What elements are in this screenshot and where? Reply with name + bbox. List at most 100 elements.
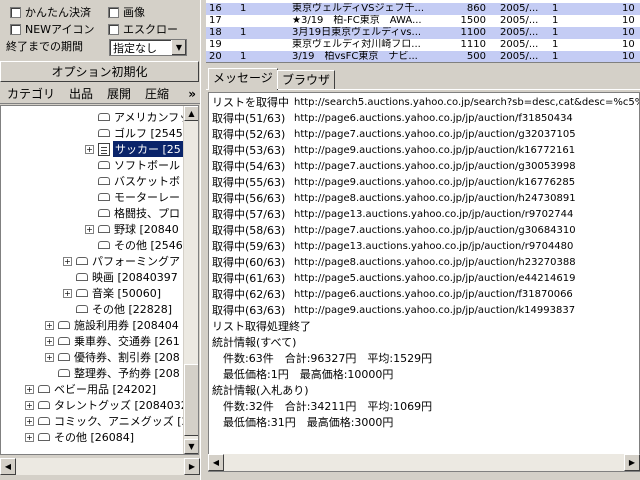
expand-icon[interactable]: + <box>45 336 54 346</box>
tree-item[interactable]: + 優待券、割引券 [208 <box>45 349 180 365</box>
folder-icon <box>76 289 88 297</box>
table-cell: 2005/... <box>500 3 539 14</box>
folder-icon <box>58 369 70 377</box>
table-row[interactable]: 20 1 3/19 柏vsFC東京 ナビ... 500 2005/... 1 10 <box>206 51 640 62</box>
table-cell: 東京ヴェルディ対川崎フロ... <box>292 39 421 50</box>
log-line: 取得中(58/63) http://page7.auctions.yahoo.co… <box>212 223 576 239</box>
folder-icon <box>98 113 110 121</box>
tree-item[interactable]: ソフトボール <box>85 157 180 173</box>
tree-item[interactable]: ゴルフ [2545 <box>85 125 183 141</box>
tree-item[interactable]: アメリカンフッ <box>85 109 184 125</box>
tree-item[interactable]: 映画 [20840397 <box>63 269 178 285</box>
checkbox-box[interactable] <box>108 23 119 35</box>
tree-item-label: ベビー用品 [24202] <box>54 383 157 396</box>
category-tree-content: アメリカンフッ ゴルフ [2545 + サッカー [25 ソフトボール バスケットボ モータ… <box>1 106 184 454</box>
tree-item[interactable]: + パフォーミングア <box>63 253 180 269</box>
tree-item[interactable]: + サッカー [25 <box>85 141 183 157</box>
document-icon <box>98 142 110 156</box>
expand-icon[interactable]: + <box>25 400 34 410</box>
expand-icon[interactable]: + <box>45 320 54 330</box>
tree-vertical-scrollbar[interactable]: ▲ ▼ <box>183 106 198 454</box>
scroll-right-icon[interactable]: ▶ <box>184 458 200 475</box>
log-line: 取得中(55/63) http://page9.auctions.yahoo.co… <box>212 175 575 191</box>
checkbox-box[interactable] <box>108 6 119 18</box>
tree-item[interactable]: + その他 [26084] <box>25 429 134 445</box>
tree-item-label: 優待券、割引券 [208 <box>74 351 180 364</box>
tree-item[interactable]: + 乗車券、交通券 [261 <box>45 333 180 349</box>
expand-icon[interactable]: + <box>25 432 34 442</box>
log-line: 取得中(61/63) http://page5.auctions.yahoo.co… <box>212 271 575 287</box>
tree-item[interactable]: + 音楽 [50060] <box>63 285 161 301</box>
tree-item[interactable]: バスケットボ <box>85 173 180 189</box>
results-table[interactable]: 16 1 東京ヴェルディVSジェフ千... 860 2005/... 1 10 17 ★3/19… <box>206 0 640 63</box>
log-line: 取得中(59/63) http://page13.auctions.yahoo.c… <box>212 239 573 255</box>
log-url: http://search5.auctions.yahoo.co.jp/sear… <box>294 97 640 108</box>
expand-icon[interactable]: + <box>63 288 72 298</box>
table-row[interactable]: 16 1 東京ヴェルディVSジェフ千... 860 2005/... 1 10 <box>206 3 640 15</box>
table-cell: 3月19日東京ヴェルディvs... <box>292 27 422 38</box>
tab-expand[interactable]: 展開 <box>100 85 138 102</box>
log-line: 取得中(56/63) http://page8.auctions.yahoo.co… <box>212 191 576 207</box>
tree-item[interactable]: + コミック、アニメグッズ [2 <box>25 413 184 429</box>
tab-collapse[interactable]: 圧縮 <box>138 85 176 102</box>
tree-horizontal-scrollbar[interactable]: ◀ ▶ <box>0 458 200 475</box>
scroll-right-icon[interactable]: ▶ <box>624 454 640 471</box>
tree-item[interactable]: + 施設利用券 [208404 <box>45 317 179 333</box>
checkbox-box[interactable] <box>10 6 21 18</box>
new-icon-label: NEWアイコン <box>25 23 95 36</box>
checkbox-box[interactable] <box>10 23 21 35</box>
category-tree[interactable]: アメリカンフッ ゴルフ [2545 + サッカー [25 ソフトボール バスケットボ モータ… <box>0 105 199 455</box>
escrow-label: エスクロー <box>123 23 178 36</box>
tree-item[interactable]: モーターレー <box>85 189 180 205</box>
log-horizontal-scrollbar[interactable]: ◀ ▶ <box>208 454 640 471</box>
tree-item[interactable]: 整理券、予約券 [208 <box>45 365 180 381</box>
table-cell: 10 <box>622 3 635 14</box>
folder-icon <box>38 417 50 425</box>
table-cell: 2005/... <box>500 51 539 62</box>
image-checkbox[interactable]: 画像 <box>108 4 145 20</box>
chevron-down-icon[interactable]: ▼ <box>171 40 186 55</box>
expand-icon[interactable]: + <box>85 144 94 154</box>
log-message: リストを取得中 <box>212 96 289 109</box>
table-row[interactable]: 18 1 3月19日東京ヴェルディvs... 1100 2005/... 1 10 <box>206 27 640 39</box>
tree-item-label: タレントグッズ [2084032 <box>54 399 184 412</box>
table-row[interactable]: 17 ★3/19 柏-FC東京 AWA... 1500 2005/... 1 10 <box>206 15 640 27</box>
tab-listing[interactable]: 出品 <box>62 85 100 102</box>
image-label: 画像 <box>123 6 145 19</box>
scroll-left-icon[interactable]: ◀ <box>0 458 16 475</box>
tree-item[interactable]: + ベビー用品 [24202] <box>25 381 156 397</box>
expand-icon[interactable]: + <box>85 224 94 234</box>
reset-options-button[interactable]: オプション初期化 <box>0 61 199 82</box>
tree-item[interactable]: その他 [2546 <box>85 237 183 253</box>
tree-item-label: パフォーミングア <box>92 255 180 268</box>
log-url: http://page5.auctions.yahoo.co.jp/jp/auc… <box>294 273 576 284</box>
tab-category[interactable]: カテゴリ <box>0 85 62 102</box>
log-line: 件数:63件 合計:96327円 平均:1529円 <box>212 351 432 367</box>
table-row[interactable]: 19 東京ヴェルディ対川崎フロ... 1110 2005/... 1 10 <box>206 39 640 51</box>
tree-item[interactable]: 格闘技、プロ <box>85 205 180 221</box>
folder-icon <box>98 209 110 217</box>
scroll-down-icon[interactable]: ▼ <box>184 439 198 454</box>
tab-browser[interactable]: ブラウザ <box>277 70 336 89</box>
more-tabs-icon[interactable]: » <box>188 87 200 101</box>
expand-icon[interactable]: + <box>63 256 72 266</box>
log-message: 取得中(62/63) <box>212 288 286 301</box>
log-url: http://page13.auctions.yahoo.co.jp/jp/au… <box>294 241 574 252</box>
easy-payment-checkbox[interactable]: かんたん決済 <box>10 4 91 20</box>
new-icon-checkbox[interactable]: NEWアイコン <box>10 21 95 37</box>
tree-item[interactable]: + タレントグッズ [2084032 <box>25 397 184 413</box>
scroll-up-icon[interactable]: ▲ <box>184 106 198 121</box>
tree-item[interactable]: その他 [22828] <box>63 301 172 317</box>
tree-item[interactable]: + 野球 [20840 <box>85 221 179 237</box>
log-url: http://page6.auctions.yahoo.co.jp/jp/auc… <box>294 289 573 300</box>
escrow-checkbox[interactable]: エスクロー <box>108 21 178 37</box>
folder-icon <box>38 401 50 409</box>
expand-icon[interactable]: + <box>25 384 34 394</box>
expand-icon[interactable]: + <box>25 416 34 426</box>
scroll-left-icon[interactable]: ◀ <box>208 454 224 471</box>
expand-icon[interactable]: + <box>45 352 54 362</box>
scroll-thumb[interactable] <box>184 364 198 436</box>
log-line: 取得中(60/63) http://page8.auctions.yahoo.co… <box>212 255 576 271</box>
tab-message[interactable]: メッセージ <box>208 68 278 90</box>
period-select[interactable]: 指定なし ▼ <box>109 39 187 56</box>
